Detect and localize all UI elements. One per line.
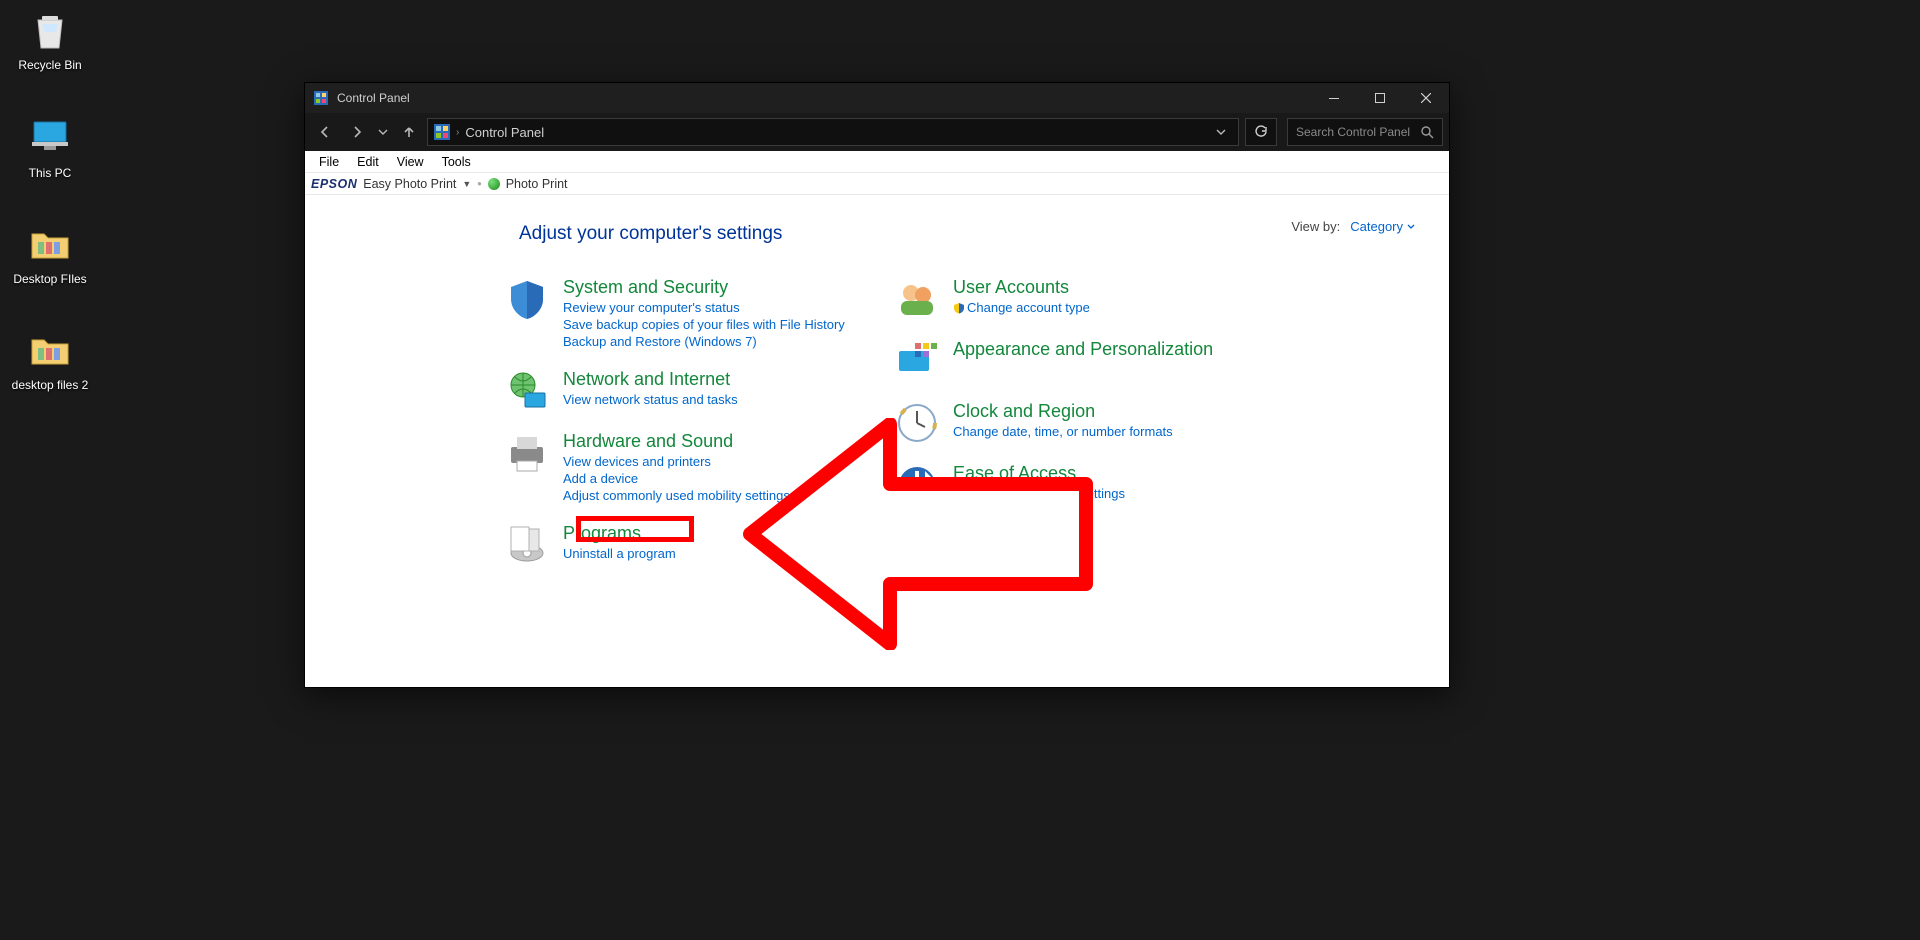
category-sublink[interactable]: Review your computer's status xyxy=(563,300,845,315)
category-column-left: System and Security Review your computer… xyxy=(505,277,855,585)
panel-heading: Adjust your computer's settings xyxy=(519,223,1419,245)
search-box[interactable] xyxy=(1287,118,1443,146)
category-sublink[interactable]: Add a device xyxy=(563,471,790,486)
category-appearance-personalization: Appearance and Personalization xyxy=(895,339,1245,383)
nav-up-button[interactable] xyxy=(395,118,423,146)
programs-icon xyxy=(505,523,549,567)
epson-separator: • xyxy=(477,177,481,191)
window-controls xyxy=(1311,83,1449,113)
view-by: View by: Category xyxy=(1291,219,1415,234)
category-title[interactable]: Programs xyxy=(563,523,676,544)
control-panel-titlebar-icon xyxy=(313,90,329,106)
folder-icon xyxy=(26,326,74,374)
address-history-button[interactable] xyxy=(1216,127,1226,137)
window-maximize-button[interactable] xyxy=(1357,83,1403,113)
category-title[interactable]: Ease of Access xyxy=(953,463,1125,484)
users-icon xyxy=(895,277,939,321)
control-panel-body: Adjust your computer's settings View by:… xyxy=(305,195,1449,687)
desktop-icon-label: desktop files 2 xyxy=(10,378,90,392)
address-bar[interactable]: › Control Panel xyxy=(427,118,1239,146)
menu-tools[interactable]: Tools xyxy=(434,153,479,171)
menu-edit[interactable]: Edit xyxy=(349,153,387,171)
category-sublink[interactable]: Let Windows suggest settings xyxy=(953,486,1125,501)
category-sublink[interactable]: Optimize visual display xyxy=(953,503,1125,518)
chevron-down-icon xyxy=(1407,223,1415,231)
category-ease-of-access: Ease of Access Let Windows suggest setti… xyxy=(895,463,1245,520)
category-sublink[interactable]: Save backup copies of your files with Fi… xyxy=(563,317,845,332)
category-title[interactable]: User Accounts xyxy=(953,277,1090,298)
menu-view[interactable]: View xyxy=(389,153,432,171)
nav-back-button[interactable] xyxy=(311,118,339,146)
window-titlebar[interactable]: Control Panel xyxy=(305,83,1449,113)
nav-forward-button[interactable] xyxy=(343,118,371,146)
category-programs: Programs Uninstall a program xyxy=(505,523,855,567)
desktop-icon-label: Recycle Bin xyxy=(10,58,90,72)
epson-brand: EPSON xyxy=(311,177,357,191)
recycle-bin-icon xyxy=(26,6,74,54)
category-sublink[interactable]: Change date, time, or number formats xyxy=(953,424,1173,439)
uac-shield-icon xyxy=(953,302,965,314)
desktop-icon-folder-1[interactable]: Desktop FIles xyxy=(10,220,90,286)
sublink-text: Change account type xyxy=(967,300,1090,315)
category-hardware-sound: Hardware and Sound View devices and prin… xyxy=(505,431,855,505)
menu-file[interactable]: File xyxy=(311,153,347,171)
category-title[interactable]: System and Security xyxy=(563,277,845,298)
category-title[interactable]: Network and Internet xyxy=(563,369,738,390)
category-title[interactable]: Hardware and Sound xyxy=(563,431,790,452)
nav-refresh-button[interactable] xyxy=(1245,118,1277,146)
breadcrumb-location[interactable]: Control Panel xyxy=(465,125,544,140)
clock-icon xyxy=(895,401,939,445)
window-minimize-button[interactable] xyxy=(1311,83,1357,113)
window-title: Control Panel xyxy=(337,91,410,105)
epson-photo-print-button[interactable]: Photo Print xyxy=(506,177,568,191)
breadcrumb-chevron-icon[interactable]: › xyxy=(456,127,459,138)
control-panel-window: Control Panel xyxy=(304,82,1450,688)
menu-bar: File Edit View Tools xyxy=(305,151,1449,173)
category-network-internet: Network and Internet View network status… xyxy=(505,369,855,413)
category-sublink-uninstall-program[interactable]: Uninstall a program xyxy=(563,546,676,561)
globe-icon xyxy=(505,369,549,413)
desktop-icon-recycle-bin[interactable]: Recycle Bin xyxy=(10,6,90,72)
view-by-label: View by: xyxy=(1291,219,1340,234)
category-clock-region: Clock and Region Change date, time, or n… xyxy=(895,401,1245,445)
category-grid: System and Security Review your computer… xyxy=(505,277,1419,585)
search-icon[interactable] xyxy=(1420,125,1434,139)
category-system-security: System and Security Review your computer… xyxy=(505,277,855,351)
control-panel-address-icon xyxy=(434,124,450,140)
appearance-icon xyxy=(895,339,939,383)
desktop-icon-this-pc[interactable]: This PC xyxy=(10,114,90,180)
pc-icon xyxy=(26,114,74,162)
ease-of-access-icon xyxy=(895,463,939,507)
desktop-icon-label: This PC xyxy=(10,166,90,180)
category-user-accounts: User Accounts Change account type xyxy=(895,277,1245,321)
shield-icon xyxy=(505,277,549,321)
desktop-icon-folder-2[interactable]: desktop files 2 xyxy=(10,326,90,392)
category-title[interactable]: Clock and Region xyxy=(953,401,1173,422)
window-close-button[interactable] xyxy=(1403,83,1449,113)
category-title[interactable]: Appearance and Personalization xyxy=(953,339,1213,360)
category-sublink[interactable]: Change account type xyxy=(953,300,1090,315)
category-sublink[interactable]: View devices and printers xyxy=(563,454,790,469)
category-sublink[interactable]: Adjust commonly used mobility settings xyxy=(563,488,790,503)
epson-photo-print-icon xyxy=(488,178,500,190)
epson-toolbar: EPSON Easy Photo Print ▼ • Photo Print xyxy=(305,173,1449,195)
nav-recent-button[interactable] xyxy=(375,118,391,146)
printer-icon xyxy=(505,431,549,475)
epson-dropdown-icon[interactable]: ▼ xyxy=(462,179,471,189)
category-sublink[interactable]: View network status and tasks xyxy=(563,392,738,407)
search-input[interactable] xyxy=(1296,125,1414,139)
epson-easy-photo-print-button[interactable]: Easy Photo Print xyxy=(363,177,456,191)
explorer-navbar: › Control Panel xyxy=(305,113,1449,151)
category-sublink[interactable]: Backup and Restore (Windows 7) xyxy=(563,334,845,349)
desktop-icon-label: Desktop FIles xyxy=(10,272,90,286)
folder-icon xyxy=(26,220,74,268)
category-column-right: User Accounts Change account type xyxy=(895,277,1245,585)
view-by-dropdown[interactable]: Category xyxy=(1350,219,1415,234)
view-by-value: Category xyxy=(1350,219,1403,234)
